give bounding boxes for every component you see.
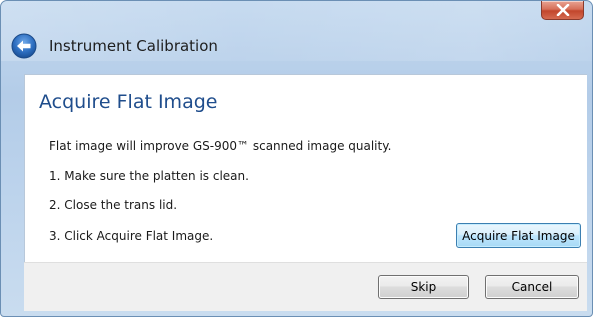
page-heading: Acquire Flat Image (39, 91, 218, 113)
cancel-button[interactable]: Cancel (485, 275, 579, 299)
acquire-flat-image-button[interactable]: Acquire Flat Image (456, 223, 581, 248)
step-3-text: 3. Click Acquire Flat Image. (49, 229, 214, 243)
back-arrow-icon (11, 33, 37, 59)
close-button[interactable] (541, 1, 584, 20)
step-1-text: 1. Make sure the platten is clean. (49, 169, 249, 183)
intro-text: Flat image will improve GS-900™ scanned … (49, 139, 392, 153)
dialog-window: Instrument Calibration Acquire Flat Imag… (0, 0, 593, 317)
window-title: Instrument Calibration (49, 37, 218, 55)
button-bar: Skip Cancel (24, 262, 587, 311)
skip-button[interactable]: Skip (378, 275, 469, 299)
close-x-icon (556, 4, 569, 16)
back-button[interactable] (11, 33, 37, 59)
content-panel: Acquire Flat Image Flat image will impro… (24, 74, 587, 262)
step-2-text: 2. Close the trans lid. (49, 198, 178, 212)
